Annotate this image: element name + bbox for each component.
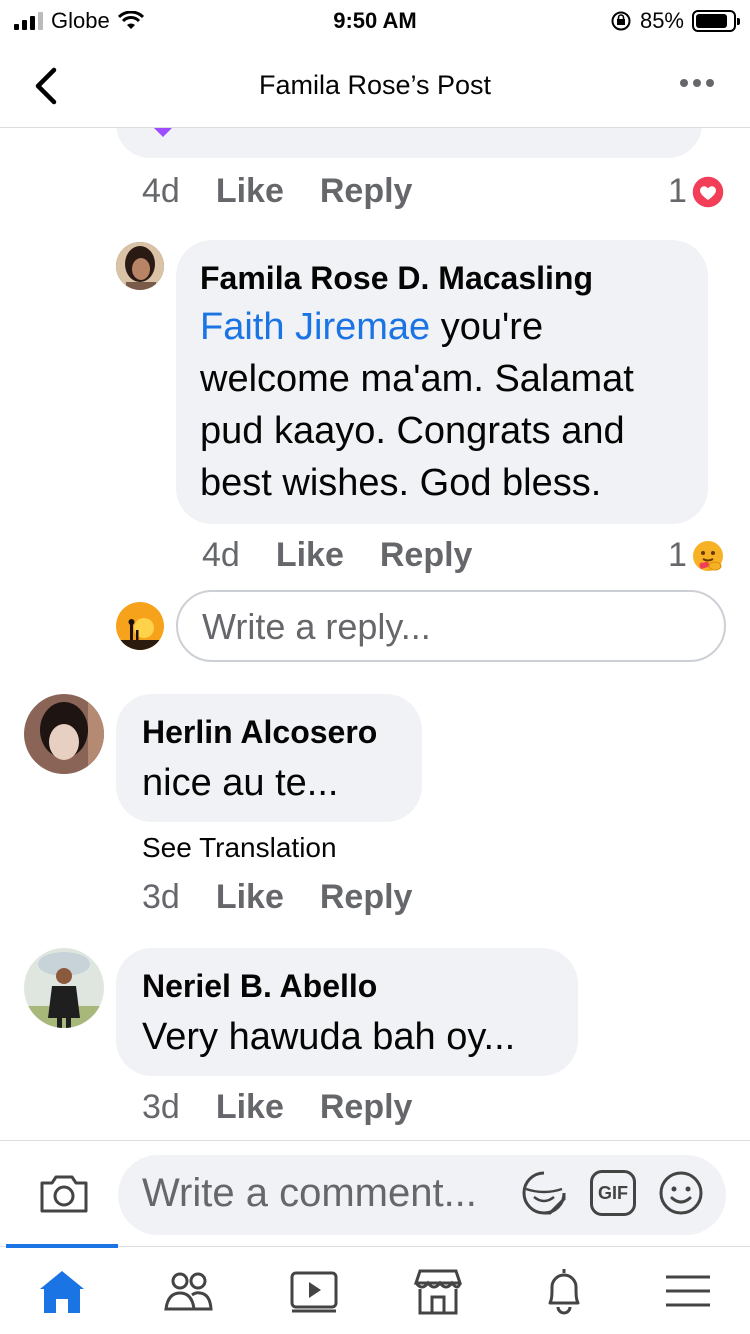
- comment-actions: 3d Like Reply: [142, 1088, 412, 1127]
- comment-author[interactable]: Neriel B. Abello: [142, 968, 552, 1005]
- active-tab-indicator: [6, 1244, 118, 1248]
- avatar[interactable]: [24, 948, 104, 1028]
- marketplace-icon[interactable]: [412, 1265, 464, 1317]
- comment-text: Very hawuda bah oy...: [142, 1016, 516, 1058]
- comment-bubble[interactable]: Neriel B. Abello Very hawuda bah oy...: [116, 948, 578, 1076]
- comment-text-line: best wishes. God bless.: [200, 462, 602, 504]
- previous-comment-actions: 4d Like Reply: [142, 172, 412, 211]
- comment-text-line: you're: [440, 306, 544, 348]
- orientation-lock-icon: [611, 11, 631, 31]
- write-comment-input[interactable]: Write a comment... GIF: [118, 1155, 726, 1235]
- reaction-count: 1: [668, 172, 687, 210]
- care-reaction-icon: [692, 540, 723, 571]
- home-icon[interactable]: [36, 1265, 88, 1317]
- avatar-image: [24, 948, 104, 1028]
- bottom-tab-bar: [0, 1244, 750, 1334]
- like-button[interactable]: Like: [276, 536, 344, 575]
- page-title: Famila Rose’s Post: [258, 70, 492, 100]
- write-reply-input[interactable]: Write a reply...: [176, 590, 726, 662]
- status-bar: Globe 9:50 AM 85%: [0, 0, 750, 44]
- friends-icon[interactable]: [162, 1265, 214, 1317]
- comment-actions: 3d Like Reply: [142, 878, 412, 917]
- more-options-icon[interactable]: [680, 68, 720, 98]
- comment-text: nice au te...: [142, 762, 339, 804]
- previous-comment-marker: [154, 128, 172, 137]
- like-button[interactable]: Like: [216, 878, 284, 917]
- avatar-image: [24, 694, 104, 774]
- my-avatar: [116, 602, 164, 650]
- comment-text: Faith Jiremae you're welcome ma'am. Sala…: [200, 301, 684, 509]
- reply-button[interactable]: Reply: [320, 878, 413, 917]
- battery-percent: 85%: [639, 8, 684, 33]
- comment-text-line: pud kaayo. Congrats and: [200, 410, 625, 452]
- composer-icons: GIF: [520, 1169, 704, 1217]
- avatar[interactable]: [116, 242, 164, 290]
- reaction-count: 1: [668, 536, 687, 574]
- comment-composer: Write a comment... GIF: [0, 1140, 750, 1246]
- reply-button[interactable]: Reply: [320, 172, 413, 211]
- previous-comment-bubble: [116, 128, 702, 158]
- reply-reactions[interactable]: 1: [668, 536, 725, 575]
- comment-text-line: welcome ma'am. Salamat: [200, 358, 634, 400]
- gif-button[interactable]: GIF: [590, 1170, 636, 1216]
- reply-button[interactable]: Reply: [320, 1088, 413, 1127]
- comment-author[interactable]: Famila Rose D. Macasling: [200, 260, 684, 297]
- sticker-icon[interactable]: [520, 1169, 568, 1217]
- watch-icon[interactable]: [288, 1265, 340, 1317]
- reply-button[interactable]: Reply: [380, 536, 473, 575]
- comments-list[interactable]: 4d Like Reply 1 Famila Rose D. Macasling…: [0, 128, 750, 1140]
- battery-icon: [692, 10, 740, 32]
- reply-actions: 4d Like Reply: [202, 536, 472, 575]
- like-button[interactable]: Like: [216, 1088, 284, 1127]
- comment-time: 3d: [142, 878, 180, 916]
- mention-link[interactable]: Faith Jiremae: [200, 306, 430, 348]
- see-translation-link[interactable]: See Translation: [142, 832, 337, 864]
- gif-label: GIF: [598, 1182, 628, 1203]
- like-button[interactable]: Like: [216, 172, 284, 211]
- menu-icon[interactable]: [662, 1265, 714, 1317]
- avatar[interactable]: [24, 694, 104, 774]
- reply-bubble[interactable]: Famila Rose D. Macasling Faith Jiremae y…: [176, 240, 708, 524]
- comment-bubble[interactable]: Herlin Alcosero nice au te...: [116, 694, 422, 822]
- love-reaction-icon: [691, 174, 725, 209]
- notifications-icon[interactable]: [538, 1265, 590, 1317]
- comment-time: 4d: [202, 536, 240, 574]
- post-header: Famila Rose’s Post: [0, 44, 750, 128]
- previous-comment-reactions[interactable]: 1: [668, 172, 725, 211]
- comment-placeholder: Write a comment...: [142, 1171, 477, 1215]
- status-right: 85%: [610, 8, 740, 34]
- comment-time: 4d: [142, 172, 180, 210]
- comment-time: 3d: [142, 1088, 180, 1126]
- sunset-avatar-image: [116, 602, 164, 650]
- avatar-image: [116, 242, 164, 290]
- comment-author[interactable]: Herlin Alcosero: [142, 714, 396, 751]
- emoji-icon[interactable]: [658, 1170, 704, 1216]
- camera-icon[interactable]: [38, 1171, 90, 1215]
